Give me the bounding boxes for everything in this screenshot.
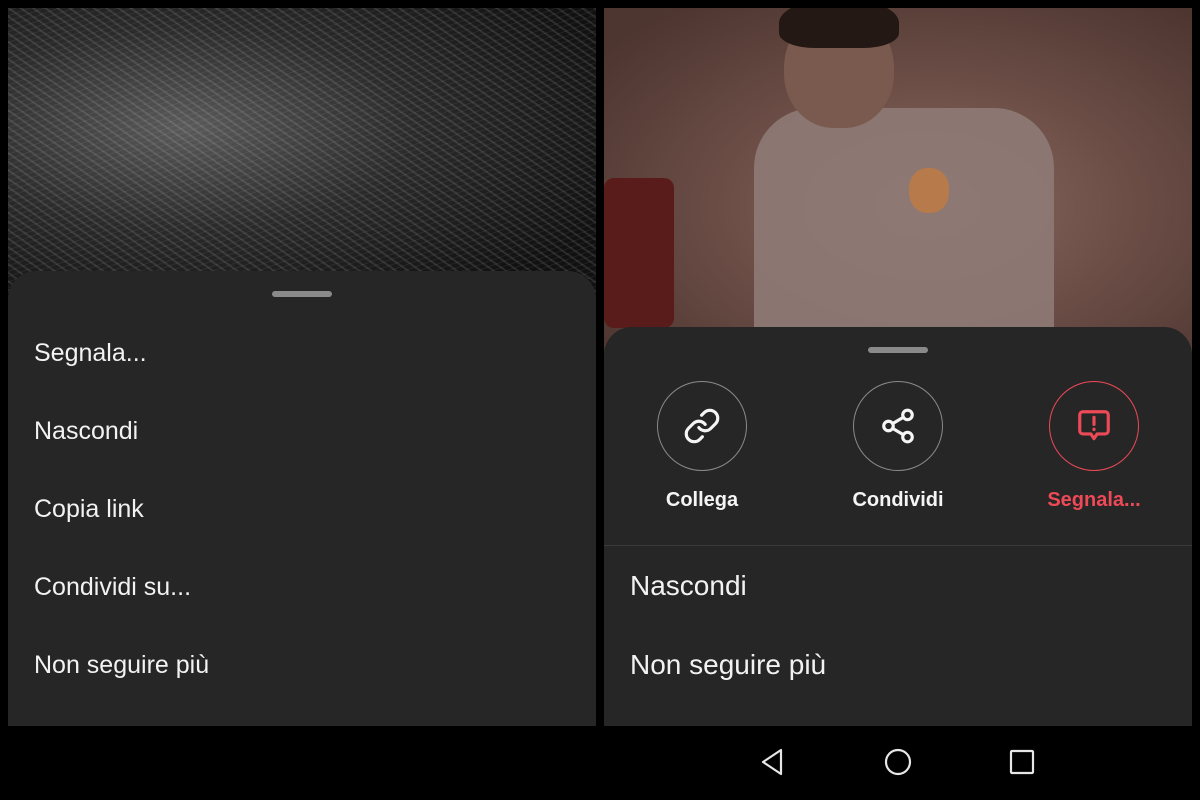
menu-item-unfollow[interactable]: Non seguire più xyxy=(34,651,209,680)
recents-icon[interactable] xyxy=(1004,744,1040,780)
link-action-label: Collega xyxy=(665,489,739,511)
link-icon xyxy=(684,408,720,444)
report-action-circle xyxy=(1049,381,1139,471)
menu-item-hide[interactable]: Nascondi xyxy=(34,417,138,446)
menu-item-report[interactable]: Segnala... xyxy=(34,339,147,368)
report-action-button[interactable]: Segnala... xyxy=(1024,381,1164,512)
photo-red-object xyxy=(604,178,674,328)
menu-item-share-to[interactable]: Condividi su... xyxy=(34,573,191,602)
back-icon[interactable] xyxy=(754,744,790,780)
photo-shirt-print xyxy=(909,168,949,213)
share-action-label: Condividi xyxy=(852,489,944,511)
sheet-divider xyxy=(604,545,1192,546)
sheet-drag-handle[interactable] xyxy=(868,347,928,353)
menu-item-unfollow[interactable]: Non seguire più xyxy=(630,649,826,681)
share-icon xyxy=(882,408,914,444)
post-photo-child xyxy=(604,8,1192,368)
link-action-button[interactable]: Collega xyxy=(632,381,772,512)
menu-item-copy-link[interactable]: Copia link xyxy=(34,495,144,524)
share-action-circle xyxy=(853,381,943,471)
options-bottom-sheet: Collega Condividi Segnala... Nascondi No… xyxy=(604,327,1192,726)
photo-shirt xyxy=(754,108,1054,338)
link-action-circle xyxy=(657,381,747,471)
share-action-button[interactable]: Condividi xyxy=(828,381,968,512)
menu-item-hide[interactable]: Nascondi xyxy=(630,570,747,602)
left-screen: Segnala... Nascondi Copia link Condividi… xyxy=(8,8,596,726)
report-action-label: Segnala... xyxy=(1047,489,1141,511)
post-photo-dark xyxy=(8,8,596,308)
options-bottom-sheet: Segnala... Nascondi Copia link Condividi… xyxy=(8,271,596,726)
right-screen: Collega Condividi Segnala... Nascondi No… xyxy=(604,8,1192,726)
android-navigation-bar xyxy=(604,726,1192,800)
report-icon xyxy=(1078,410,1110,441)
quick-actions-row: Collega Condividi Segnala... xyxy=(604,381,1192,521)
sheet-drag-handle[interactable] xyxy=(272,291,332,297)
home-icon[interactable] xyxy=(880,744,916,780)
photo-hair xyxy=(779,8,899,48)
